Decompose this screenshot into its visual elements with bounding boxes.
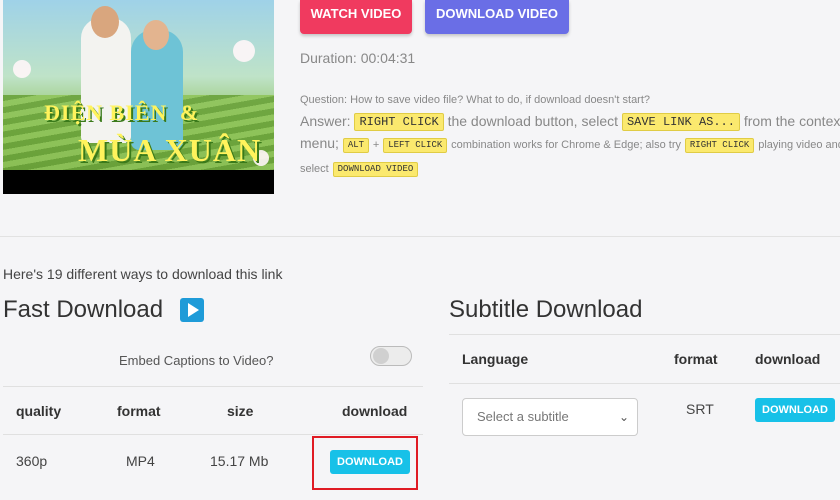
table-divider bbox=[3, 434, 423, 435]
row-format: MP4 bbox=[126, 453, 155, 469]
column-header-format: format bbox=[674, 351, 718, 367]
column-header-language: Language bbox=[462, 351, 529, 367]
flower-decoration bbox=[233, 40, 255, 62]
thumbnail-woman-head bbox=[143, 20, 169, 50]
subtitle-select[interactable]: Select a subtitle ⌄ bbox=[462, 398, 638, 436]
help-question: Question: How to save video file? What t… bbox=[300, 94, 651, 106]
help-answer: Answer: RIGHT CLICK the download button,… bbox=[300, 113, 840, 177]
section-divider bbox=[0, 236, 840, 237]
column-header-download: download bbox=[342, 403, 408, 419]
subtitle-format: SRT bbox=[686, 401, 714, 417]
column-header-quality: quality bbox=[16, 403, 62, 419]
download-video-key: DOWNLOAD VIDEO bbox=[332, 162, 419, 177]
column-header-download: download bbox=[755, 351, 821, 367]
table-divider bbox=[449, 334, 840, 335]
highlight-box bbox=[312, 436, 418, 490]
column-header-format: format bbox=[117, 403, 161, 419]
table-divider bbox=[3, 386, 423, 387]
download-video-button[interactable]: DOWNLOAD VIDEO bbox=[425, 0, 569, 34]
thumbnail-title-line2: MÙA XUÂN bbox=[78, 132, 262, 168]
right-click-key: RIGHT CLICK bbox=[354, 113, 444, 131]
row-size: 15.17 Mb bbox=[210, 453, 269, 469]
left-click-key: LEFT CLICK bbox=[383, 138, 448, 153]
embed-captions-label: Embed Captions to Video? bbox=[119, 353, 274, 368]
flower-decoration bbox=[13, 60, 31, 78]
row-quality: 360p bbox=[16, 453, 48, 469]
embed-captions-toggle[interactable] bbox=[370, 346, 412, 366]
ways-count-text: Here's 19 different ways to download thi… bbox=[3, 266, 283, 282]
watch-video-button[interactable]: WATCH VIDEO bbox=[300, 0, 412, 34]
thumbnail-man-head bbox=[91, 6, 119, 38]
download-subtitle-button[interactable]: DOWNLOAD bbox=[755, 398, 835, 422]
thumbnail-title-line1: ĐIỆN BIÊN & bbox=[44, 100, 200, 125]
chevron-down-icon: ⌄ bbox=[618, 410, 629, 424]
fast-download-heading: Fast Download bbox=[3, 296, 164, 323]
column-header-size: size bbox=[227, 403, 254, 419]
toggle-knob bbox=[373, 348, 389, 364]
play-icon[interactable] bbox=[180, 298, 204, 322]
duration-text: Duration: 00:04:31 bbox=[300, 50, 416, 66]
table-divider bbox=[449, 383, 840, 384]
right-click-key-small: RIGHT CLICK bbox=[684, 138, 755, 153]
subtitle-download-heading: Subtitle Download bbox=[449, 296, 643, 323]
save-link-as-key: SAVE LINK AS... bbox=[621, 113, 740, 131]
alt-key: ALT bbox=[342, 138, 370, 153]
